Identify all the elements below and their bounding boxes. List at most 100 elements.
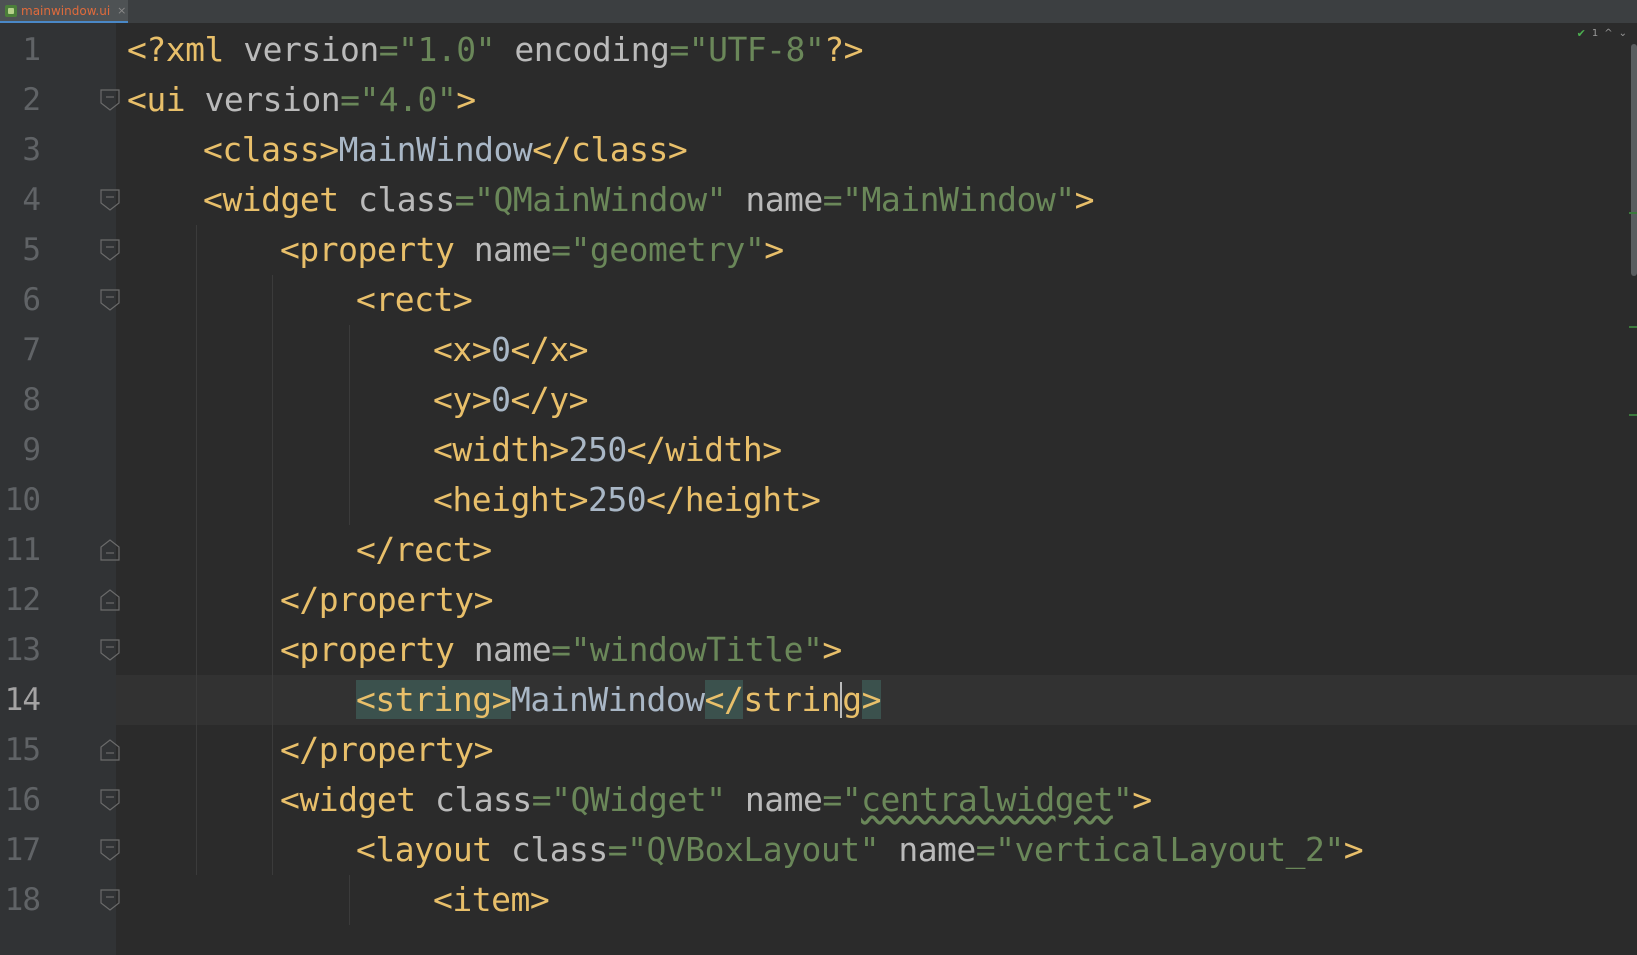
fold-open-icon[interactable] bbox=[100, 289, 120, 311]
code-token: <widget bbox=[280, 780, 435, 819]
code-line[interactable]: 18 <item> bbox=[0, 875, 1637, 925]
code-line[interactable]: 14 <string>MainWindow</string> bbox=[0, 675, 1637, 725]
code-token: <item> bbox=[433, 880, 550, 919]
line-number[interactable]: 3 bbox=[0, 125, 41, 175]
code-token: <widget bbox=[203, 180, 358, 219]
line-number[interactable]: 11 bbox=[0, 525, 41, 575]
code-token: <class> bbox=[203, 130, 339, 169]
tab-mainwindow-ui[interactable]: mainwindow.ui × bbox=[0, 0, 128, 23]
code-token: </x> bbox=[510, 330, 588, 369]
indent-guide bbox=[349, 325, 350, 525]
fold-open-icon[interactable] bbox=[100, 789, 120, 811]
close-icon[interactable]: × bbox=[117, 4, 126, 17]
code-text[interactable]: <widget class="QMainWindow" name="MainWi… bbox=[203, 175, 1094, 225]
tab-label: mainwindow.ui bbox=[21, 3, 111, 18]
line-background bbox=[116, 375, 1637, 425]
line-number[interactable]: 13 bbox=[0, 625, 41, 675]
code-text[interactable]: </property> bbox=[280, 725, 494, 775]
fold-open-icon[interactable] bbox=[100, 189, 120, 211]
code-line[interactable]: 7 <x>0</x> bbox=[0, 325, 1637, 375]
code-text[interactable]: <width>250</width> bbox=[433, 425, 782, 475]
fold-open-icon[interactable] bbox=[100, 889, 120, 911]
code-text[interactable]: <x>0</x> bbox=[433, 325, 588, 375]
code-token: <width> bbox=[433, 430, 569, 469]
code-text[interactable]: <y>0</y> bbox=[433, 375, 588, 425]
code-token: " bbox=[1112, 780, 1133, 819]
code-line[interactable]: 6 <rect> bbox=[0, 275, 1637, 325]
line-number[interactable]: 7 bbox=[0, 325, 41, 375]
line-number[interactable]: 18 bbox=[0, 875, 41, 925]
code-token: 0 bbox=[491, 330, 511, 369]
code-text[interactable]: <layout class="QVBoxLayout" name="vertic… bbox=[356, 825, 1364, 875]
code-text[interactable]: <string>MainWindow</string> bbox=[356, 675, 881, 725]
line-number[interactable]: 9 bbox=[0, 425, 41, 475]
indent-guide bbox=[272, 275, 273, 875]
line-number[interactable]: 16 bbox=[0, 775, 41, 825]
code-token: MainWindow bbox=[510, 680, 705, 719]
code-token: "QVBoxLayout" bbox=[627, 830, 879, 869]
fold-open-icon[interactable] bbox=[100, 639, 120, 661]
code-line[interactable]: 1 <?xml version="1.0" encoding="UTF-8"?> bbox=[0, 25, 1637, 75]
code-line[interactable]: 13 <property name="windowTitle"> bbox=[0, 625, 1637, 675]
fold-close-icon[interactable] bbox=[100, 739, 120, 761]
code-text[interactable]: <class>MainWindow</class> bbox=[203, 125, 688, 175]
line-number[interactable]: 15 bbox=[0, 725, 41, 775]
code-text[interactable]: <?xml version="1.0" encoding="UTF-8"?> bbox=[127, 25, 864, 75]
line-number[interactable]: 6 bbox=[0, 275, 41, 325]
code-token: </ bbox=[704, 680, 744, 719]
code-text[interactable]: </rect> bbox=[356, 525, 492, 575]
line-background bbox=[116, 325, 1637, 375]
indent-guide bbox=[349, 875, 350, 925]
line-number[interactable]: 8 bbox=[0, 375, 41, 425]
line-number[interactable]: 17 bbox=[0, 825, 41, 875]
code-line[interactable]: 10 <height>250</height> bbox=[0, 475, 1637, 525]
code-token: version bbox=[204, 80, 341, 119]
code-token: <y> bbox=[433, 380, 492, 419]
fold-close-icon[interactable] bbox=[100, 539, 120, 561]
code-token: <rect> bbox=[356, 280, 473, 319]
line-number[interactable]: 5 bbox=[0, 225, 41, 275]
code-line[interactable]: 17 <layout class="QVBoxLayout" name="vert… bbox=[0, 825, 1637, 875]
code-token: "geometry" bbox=[570, 230, 765, 269]
code-text[interactable]: <height>250</height> bbox=[433, 475, 821, 525]
code-token: MainWindow bbox=[338, 130, 533, 169]
code-token: 250 bbox=[587, 480, 647, 519]
code-text[interactable]: <widget class="QWidget" name="centralwid… bbox=[280, 775, 1152, 825]
code-line[interactable]: 8 <y>0</y> bbox=[0, 375, 1637, 425]
code-text[interactable]: <rect> bbox=[356, 275, 473, 325]
fold-open-icon[interactable] bbox=[100, 239, 120, 261]
code-text[interactable]: <property name="windowTitle"> bbox=[280, 625, 842, 675]
code-token: </rect> bbox=[356, 530, 492, 569]
code-line[interactable]: 2 <ui version="4.0"> bbox=[0, 75, 1637, 125]
code-text[interactable]: <ui version="4.0"> bbox=[127, 75, 476, 125]
code-token: <x> bbox=[433, 330, 492, 369]
code-line[interactable]: 9 <width>250</width> bbox=[0, 425, 1637, 475]
code-token: "1.0" bbox=[398, 30, 496, 69]
code-line[interactable]: 5 <property name="geometry"> bbox=[0, 225, 1637, 275]
code-text[interactable]: </property> bbox=[280, 575, 494, 625]
code-text[interactable]: <item> bbox=[433, 875, 550, 925]
code-text[interactable]: <property name="geometry"> bbox=[280, 225, 784, 275]
code-token: <property bbox=[280, 230, 474, 269]
code-line[interactable]: 15 </property> bbox=[0, 725, 1637, 775]
code-line[interactable]: 11 </rect> bbox=[0, 525, 1637, 575]
code-token: = bbox=[551, 630, 571, 669]
line-number[interactable]: 10 bbox=[0, 475, 41, 525]
line-number[interactable]: 4 bbox=[0, 175, 41, 225]
indent-guide bbox=[196, 225, 197, 875]
line-number[interactable]: 2 bbox=[0, 75, 41, 125]
code-line[interactable]: 4 <widget class="QMainWindow" name="MainW… bbox=[0, 175, 1637, 225]
fold-open-icon[interactable] bbox=[100, 839, 120, 861]
fold-open-icon[interactable] bbox=[100, 89, 120, 111]
code-token: > bbox=[764, 230, 784, 269]
line-number[interactable]: 12 bbox=[0, 575, 41, 625]
code-token: <ui bbox=[127, 80, 205, 119]
line-number[interactable]: 1 bbox=[0, 25, 41, 75]
code-token: <height> bbox=[433, 480, 588, 519]
fold-close-icon[interactable] bbox=[100, 589, 120, 611]
line-number[interactable]: 14 bbox=[0, 675, 41, 725]
code-line[interactable]: 3 <class>MainWindow</class> bbox=[0, 125, 1637, 175]
code-line[interactable]: 16 <widget class="QWidget" name="centralw… bbox=[0, 775, 1637, 825]
code-line[interactable]: 12 </property> bbox=[0, 575, 1637, 625]
code-token: = bbox=[531, 780, 552, 819]
